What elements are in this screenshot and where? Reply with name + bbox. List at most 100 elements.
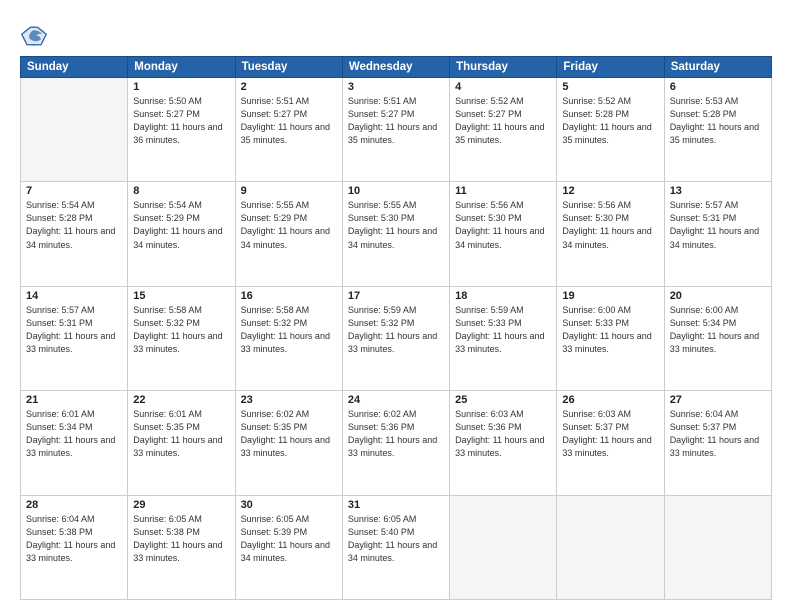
calendar-day-cell: 17 Sunrise: 5:59 AM Sunset: 5:32 PM Dayli… [342,286,449,390]
calendar-week-row: 21 Sunrise: 6:01 AM Sunset: 5:34 PM Dayli… [21,391,772,495]
calendar-day-cell: 15Sunrise: 5:58 AM Sunset: 5:32 PM Dayli… [128,286,235,390]
logo-icon [20,22,48,50]
calendar-day-cell: 11 Sunrise: 5:56 AM Sunset: 5:30 PM Dayli… [450,182,557,286]
calendar-day-cell: 22 Sunrise: 6:01 AM Sunset: 5:35 PM Dayli… [128,391,235,495]
day-info: Sunrise: 5:57 AM Sunset: 5:31 PM Dayligh… [26,304,122,356]
calendar-day-cell [21,78,128,182]
day-number: 8 [133,185,229,197]
day-info: Sunrise: 5:53 AM Sunset: 5:28 PM Dayligh… [670,95,766,147]
calendar-day-cell: 14 Sunrise: 5:57 AM Sunset: 5:31 PM Dayli… [21,286,128,390]
calendar-day-cell: 23 Sunrise: 6:02 AM Sunset: 5:35 PM Dayli… [235,391,342,495]
weekday-header: Wednesday [342,57,449,78]
day-number: 27 [670,394,766,406]
calendar-day-cell: 3 Sunrise: 5:51 AM Sunset: 5:27 PM Daylig… [342,78,449,182]
calendar-day-cell: 2 Sunrise: 5:51 AM Sunset: 5:27 PM Daylig… [235,78,342,182]
day-number: 3 [348,81,444,93]
calendar-table: SundayMondayTuesdayWednesdayThursdayFrid… [20,56,772,600]
day-number: 2 [241,81,337,93]
calendar-day-cell: 5 Sunrise: 5:52 AM Sunset: 5:28 PM Daylig… [557,78,664,182]
day-number: 4 [455,81,551,93]
calendar-week-row: 7Sunrise: 5:54 AM Sunset: 5:28 PM Daylig… [21,182,772,286]
weekday-header: Tuesday [235,57,342,78]
day-info: Sunrise: 6:05 AM Sunset: 5:39 PM Dayligh… [241,513,337,565]
day-info: Sunrise: 5:59 AM Sunset: 5:33 PM Dayligh… [455,304,551,356]
calendar-day-cell: 19 Sunrise: 6:00 AM Sunset: 5:33 PM Dayli… [557,286,664,390]
day-number: 19 [562,290,658,302]
weekday-header: Sunday [21,57,128,78]
day-number: 10 [348,185,444,197]
calendar-day-cell: 31Sunrise: 6:05 AM Sunset: 5:40 PM Dayli… [342,495,449,599]
calendar-day-cell: 1 Sunrise: 5:50 AM Sunset: 5:27 PM Daylig… [128,78,235,182]
day-number: 11 [455,185,551,197]
calendar-header-row: SundayMondayTuesdayWednesdayThursdayFrid… [21,57,772,78]
day-info: Sunrise: 6:01 AM Sunset: 5:35 PM Dayligh… [133,408,229,460]
calendar-day-cell [450,495,557,599]
day-info: Sunrise: 5:55 AM Sunset: 5:29 PM Dayligh… [241,199,337,251]
day-info: Sunrise: 5:55 AM Sunset: 5:30 PM Dayligh… [348,199,444,251]
calendar-day-cell: 26 Sunrise: 6:03 AM Sunset: 5:37 PM Dayli… [557,391,664,495]
day-info: Sunrise: 5:52 AM Sunset: 5:27 PM Dayligh… [455,95,551,147]
weekday-header: Saturday [664,57,771,78]
day-number: 29 [133,499,229,511]
day-number: 12 [562,185,658,197]
calendar-day-cell: 18Sunrise: 5:59 AM Sunset: 5:33 PM Dayli… [450,286,557,390]
calendar-day-cell: 13Sunrise: 5:57 AM Sunset: 5:31 PM Dayli… [664,182,771,286]
calendar-day-cell: 6Sunrise: 5:53 AM Sunset: 5:28 PM Daylig… [664,78,771,182]
calendar-week-row: 1 Sunrise: 5:50 AM Sunset: 5:27 PM Daylig… [21,78,772,182]
calendar-day-cell: 21 Sunrise: 6:01 AM Sunset: 5:34 PM Dayli… [21,391,128,495]
day-info: Sunrise: 6:03 AM Sunset: 5:37 PM Dayligh… [562,408,658,460]
calendar-day-cell [557,495,664,599]
day-number: 28 [26,499,122,511]
calendar-day-cell: 10 Sunrise: 5:55 AM Sunset: 5:30 PM Dayli… [342,182,449,286]
day-number: 14 [26,290,122,302]
day-info: Sunrise: 5:56 AM Sunset: 5:30 PM Dayligh… [455,199,551,251]
day-info: Sunrise: 6:00 AM Sunset: 5:33 PM Dayligh… [562,304,658,356]
day-number: 31 [348,499,444,511]
day-info: Sunrise: 5:51 AM Sunset: 5:27 PM Dayligh… [241,95,337,147]
calendar-week-row: 28 Sunrise: 6:04 AM Sunset: 5:38 PM Dayli… [21,495,772,599]
day-number: 1 [133,81,229,93]
day-info: Sunrise: 6:03 AM Sunset: 5:36 PM Dayligh… [455,408,551,460]
day-info: Sunrise: 5:51 AM Sunset: 5:27 PM Dayligh… [348,95,444,147]
weekday-header: Friday [557,57,664,78]
calendar-day-cell: 4 Sunrise: 5:52 AM Sunset: 5:27 PM Daylig… [450,78,557,182]
day-number: 23 [241,394,337,406]
day-number: 15 [133,290,229,302]
day-number: 26 [562,394,658,406]
day-number: 20 [670,290,766,302]
calendar-day-cell: 20 Sunrise: 6:00 AM Sunset: 5:34 PM Dayli… [664,286,771,390]
day-number: 5 [562,81,658,93]
day-info: Sunrise: 5:58 AM Sunset: 5:32 PM Dayligh… [241,304,337,356]
weekday-header: Thursday [450,57,557,78]
calendar-day-cell: 30Sunrise: 6:05 AM Sunset: 5:39 PM Dayli… [235,495,342,599]
day-info: Sunrise: 5:50 AM Sunset: 5:27 PM Dayligh… [133,95,229,147]
calendar-day-cell: 7Sunrise: 5:54 AM Sunset: 5:28 PM Daylig… [21,182,128,286]
day-number: 24 [348,394,444,406]
day-info: Sunrise: 5:54 AM Sunset: 5:29 PM Dayligh… [133,199,229,251]
day-info: Sunrise: 6:04 AM Sunset: 5:38 PM Dayligh… [26,513,122,565]
day-info: Sunrise: 5:56 AM Sunset: 5:30 PM Dayligh… [562,199,658,251]
day-number: 25 [455,394,551,406]
weekday-header: Monday [128,57,235,78]
calendar-day-cell: 16 Sunrise: 5:58 AM Sunset: 5:32 PM Dayli… [235,286,342,390]
logo [20,22,50,50]
day-info: Sunrise: 6:04 AM Sunset: 5:37 PM Dayligh… [670,408,766,460]
day-info: Sunrise: 6:02 AM Sunset: 5:35 PM Dayligh… [241,408,337,460]
calendar-day-cell: 12 Sunrise: 5:56 AM Sunset: 5:30 PM Dayli… [557,182,664,286]
day-info: Sunrise: 5:52 AM Sunset: 5:28 PM Dayligh… [562,95,658,147]
day-info: Sunrise: 6:00 AM Sunset: 5:34 PM Dayligh… [670,304,766,356]
day-number: 22 [133,394,229,406]
day-info: Sunrise: 6:01 AM Sunset: 5:34 PM Dayligh… [26,408,122,460]
day-number: 17 [348,290,444,302]
day-info: Sunrise: 6:05 AM Sunset: 5:38 PM Dayligh… [133,513,229,565]
calendar-week-row: 14 Sunrise: 5:57 AM Sunset: 5:31 PM Dayli… [21,286,772,390]
calendar-day-cell: 28 Sunrise: 6:04 AM Sunset: 5:38 PM Dayli… [21,495,128,599]
calendar-day-cell: 27 Sunrise: 6:04 AM Sunset: 5:37 PM Dayli… [664,391,771,495]
page: SundayMondayTuesdayWednesdayThursdayFrid… [0,0,792,612]
day-number: 21 [26,394,122,406]
day-number: 16 [241,290,337,302]
day-number: 13 [670,185,766,197]
calendar-day-cell: 9Sunrise: 5:55 AM Sunset: 5:29 PM Daylig… [235,182,342,286]
day-info: Sunrise: 5:59 AM Sunset: 5:32 PM Dayligh… [348,304,444,356]
day-info: Sunrise: 6:02 AM Sunset: 5:36 PM Dayligh… [348,408,444,460]
